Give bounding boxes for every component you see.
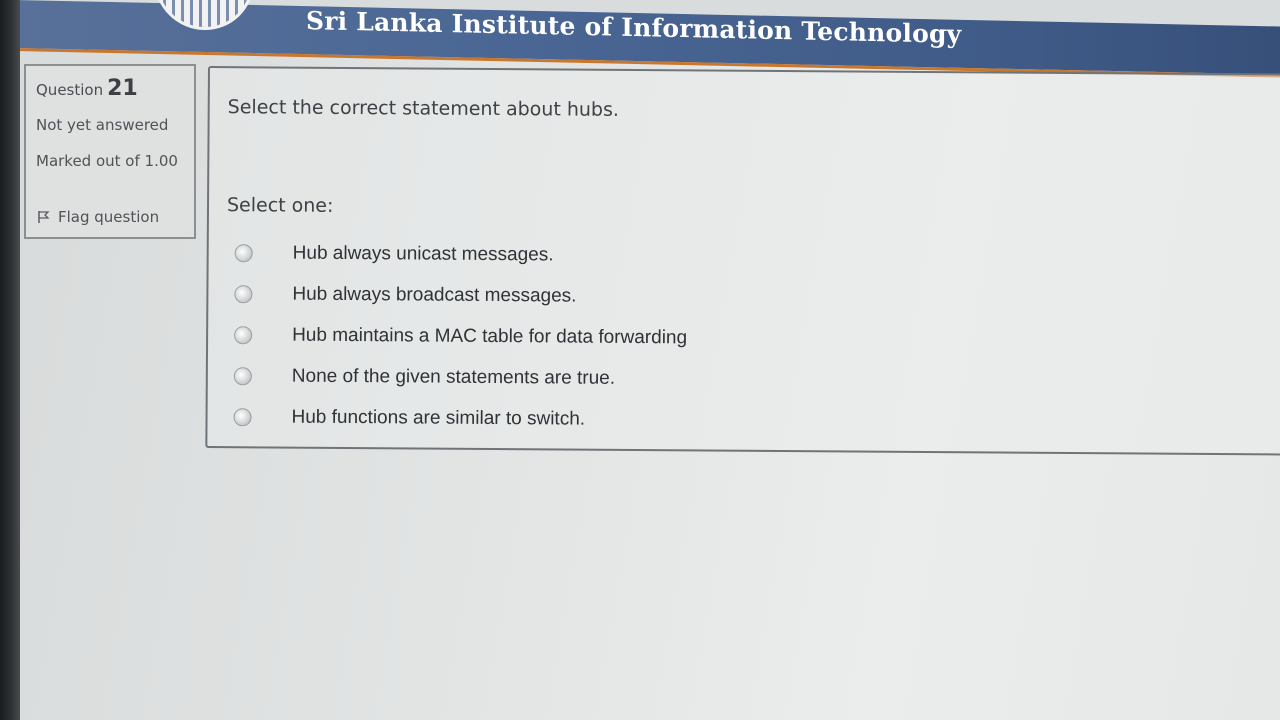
answer-option[interactable]: None of the given statements are true. xyxy=(233,355,687,399)
answer-status: Not yet answered xyxy=(36,116,169,134)
answer-option[interactable]: Hub functions are similar to switch. xyxy=(233,396,686,440)
question-number-label: Question 21 xyxy=(36,76,138,101)
flag-question-link[interactable]: Flag question xyxy=(36,208,159,226)
question-label: Question xyxy=(36,81,104,99)
screen-bezel xyxy=(0,0,20,720)
flag-question-label: Flag question xyxy=(58,208,160,226)
answer-label[interactable]: Hub functions are similar to switch. xyxy=(291,406,585,430)
answer-option[interactable]: Hub always broadcast messages. xyxy=(234,273,687,317)
site-title: Sri Lanka Institute of Information Techn… xyxy=(306,6,962,49)
flag-icon xyxy=(38,211,50,223)
question-text: Select the correct statement about hubs. xyxy=(227,96,620,121)
radio-button[interactable] xyxy=(234,284,253,303)
radio-button[interactable] xyxy=(234,243,253,262)
sliit-logo xyxy=(154,0,254,32)
radio-button[interactable] xyxy=(233,366,252,385)
question-content-panel: Select the correct statement about hubs.… xyxy=(205,66,1280,456)
answer-option[interactable]: Hub always unicast messages. xyxy=(234,232,688,276)
select-one-prompt: Select one: xyxy=(226,194,334,217)
answer-label[interactable]: Hub always broadcast messages. xyxy=(292,283,576,307)
answer-option[interactable]: Hub maintains a MAC table for data forwa… xyxy=(234,314,687,358)
question-info-panel: Question 21 Not yet answered Marked out o… xyxy=(24,64,196,239)
radio-button[interactable] xyxy=(233,407,252,426)
answer-label[interactable]: Hub always unicast messages. xyxy=(293,242,554,266)
answer-label[interactable]: Hub maintains a MAC table for data forwa… xyxy=(292,324,687,349)
answer-label[interactable]: None of the given statements are true. xyxy=(292,365,615,389)
answer-options: Hub always unicast messages. Hub always … xyxy=(233,232,687,440)
radio-button[interactable] xyxy=(234,325,253,344)
question-number: 21 xyxy=(107,76,138,101)
marked-out-of: Marked out of 1.00 xyxy=(36,152,178,170)
